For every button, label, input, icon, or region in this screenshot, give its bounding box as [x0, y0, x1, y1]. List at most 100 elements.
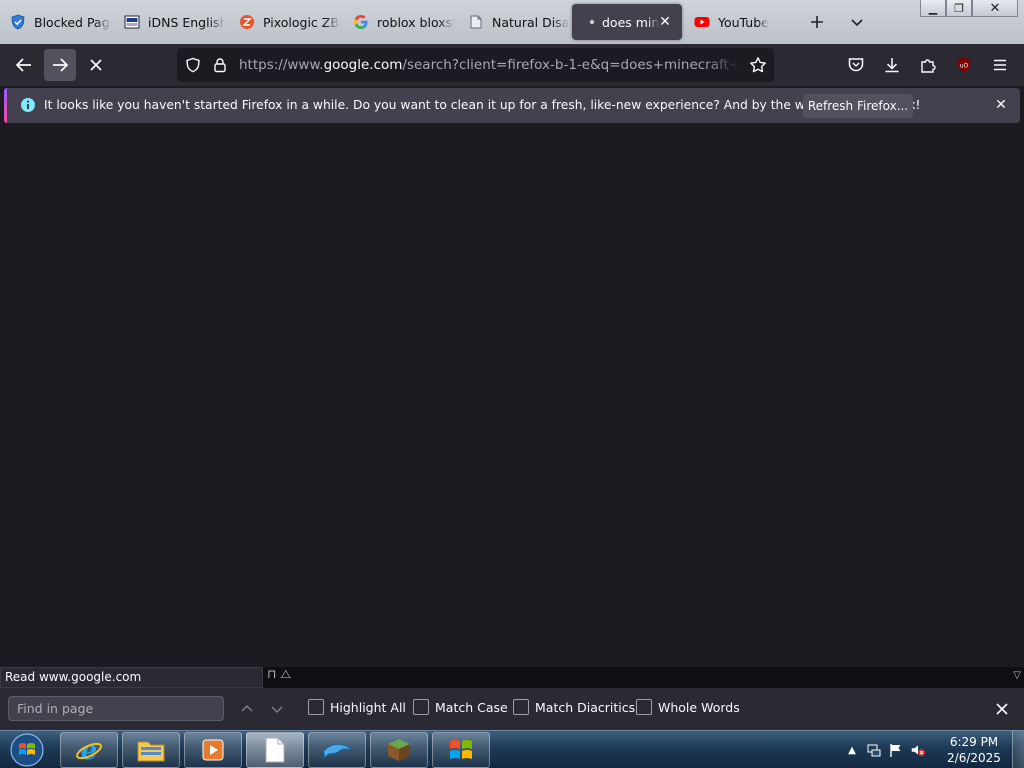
- tab-natural-disasters[interactable]: Natural Disasters: [458, 4, 570, 40]
- tracking-protection-icon[interactable]: [184, 56, 202, 74]
- action-center-flag-icon[interactable]: [888, 742, 904, 758]
- back-arrow-icon: [15, 58, 31, 72]
- url-path: /search?client=firefox-b-1-e&q=does+mine…: [402, 57, 739, 73]
- svg-text:e: e: [81, 736, 98, 764]
- find-in-page-input[interactable]: [8, 696, 224, 721]
- url-domain: google.com: [323, 57, 403, 73]
- taskbar-internet-explorer[interactable]: e: [60, 732, 118, 768]
- find-bar: Highlight All Match Case Match Diacritic…: [0, 688, 1024, 730]
- restore-icon: ❐: [954, 1, 964, 15]
- notification-bar: It looks like you haven't started Firefo…: [4, 88, 1020, 123]
- ublock-origin-icon[interactable]: uO: [952, 53, 976, 77]
- whole-words-checkbox[interactable]: Whole Words: [636, 699, 740, 715]
- loading-dot-icon: [588, 14, 596, 30]
- option-label: Match Diacritics: [535, 699, 636, 715]
- taskbar-windows-app[interactable]: [432, 732, 490, 768]
- extensions-icon[interactable]: [916, 53, 940, 77]
- url-prefix: https://www.: [239, 57, 324, 73]
- taskbar-media-player[interactable]: [184, 732, 242, 768]
- option-label: Whole Words: [658, 699, 740, 715]
- chevron-down-icon: [271, 706, 283, 714]
- tab-idns-english[interactable]: iDNS English: [114, 4, 226, 40]
- highlight-all-checkbox[interactable]: Highlight All: [308, 699, 406, 715]
- option-label: Match Case: [435, 699, 508, 715]
- clock-time: 6:29 PM: [949, 735, 999, 749]
- tab-label: iDNS English: [148, 14, 226, 30]
- lock-icon[interactable]: [211, 56, 229, 74]
- internet-explorer-icon: e: [76, 736, 102, 764]
- file-explorer-icon: [137, 741, 165, 762]
- match-diacritics-checkbox[interactable]: Match Diacritics: [513, 699, 635, 715]
- horizontal-scrollbar[interactable]: ⊓ ⧍ ▽: [263, 667, 1024, 688]
- tab-does-minecraft[interactable]: does minecraft ✕: [572, 4, 682, 40]
- forward-button[interactable]: [44, 49, 76, 81]
- minimize-button[interactable]: ▁: [920, 0, 946, 17]
- plus-icon: [811, 16, 823, 28]
- tab-label: Blocked Page: [34, 14, 112, 30]
- info-icon: [20, 97, 36, 113]
- close-tab-icon[interactable]: ✕: [656, 13, 674, 31]
- tab-youtube[interactable]: YouTube: [684, 4, 796, 40]
- minecraft-icon: [388, 739, 410, 761]
- notification-text: It looks like you haven't started Firefo…: [44, 98, 921, 112]
- taskbar-blank-app[interactable]: [246, 732, 304, 768]
- close-window-button[interactable]: ✕: [972, 0, 1018, 17]
- minimize-icon: ▁: [928, 1, 938, 15]
- option-label: Highlight All: [330, 699, 406, 715]
- tab-label: Natural Disasters: [492, 14, 570, 30]
- svg-text:uO: uO: [960, 63, 969, 70]
- tab-blocked-page[interactable]: Blocked Page: [0, 4, 112, 40]
- find-next-button[interactable]: [266, 698, 288, 720]
- match-case-checkbox[interactable]: Match Case: [413, 699, 508, 715]
- checkbox[interactable]: [413, 699, 429, 715]
- google-icon: [353, 14, 369, 30]
- page-content: [0, 127, 1024, 667]
- volume-muted-icon[interactable]: [910, 742, 926, 758]
- dolphin-icon: [322, 743, 352, 760]
- pocket-icon[interactable]: [844, 53, 868, 77]
- taskbar-dolphin[interactable]: [308, 732, 366, 768]
- restore-button[interactable]: ❐: [946, 0, 972, 17]
- taskbar-file-explorer[interactable]: [122, 732, 180, 768]
- new-tab-button[interactable]: [803, 8, 831, 36]
- show-desktop-button[interactable]: [1012, 731, 1024, 768]
- clock-date: 2/6/2025: [947, 751, 1001, 765]
- stop-icon: [90, 59, 102, 71]
- checkbox[interactable]: [308, 699, 324, 715]
- checkbox[interactable]: [636, 699, 652, 715]
- close-find-bar-icon[interactable]: [992, 699, 1012, 719]
- tab-label: does minecraft: [602, 14, 660, 30]
- tab-label: roblox bloxstrap: [377, 14, 455, 30]
- downloads-icon[interactable]: [880, 53, 904, 77]
- find-previous-button[interactable]: [236, 698, 258, 720]
- tab-strip: Blocked Page iDNS English Pixologic ZBru…: [0, 0, 1024, 44]
- bookmark-star-icon[interactable]: [749, 56, 767, 74]
- scroll-down-icon[interactable]: ▽: [1013, 670, 1021, 681]
- youtube-icon: [694, 14, 710, 30]
- app-menu-icon[interactable]: [988, 53, 1012, 77]
- tab-pixologic[interactable]: Pixologic ZBrush: [229, 4, 341, 40]
- back-button[interactable]: [8, 49, 40, 81]
- url-text[interactable]: https://www.google.com/search?client=fir…: [239, 57, 739, 73]
- checkbox[interactable]: [513, 699, 529, 715]
- tab-roblox-bloxstrap[interactable]: roblox bloxstrap: [343, 4, 455, 40]
- show-hidden-icons-icon[interactable]: ▲: [844, 742, 860, 758]
- page-icon: [468, 14, 484, 30]
- list-all-tabs-button[interactable]: [843, 8, 871, 36]
- chevron-down-icon: [851, 19, 863, 27]
- stop-button[interactable]: [80, 49, 112, 81]
- close-icon: ✕: [989, 0, 1001, 16]
- network-icon[interactable]: [866, 742, 882, 758]
- start-button[interactable]: [6, 732, 48, 768]
- pixologic-icon: [239, 14, 255, 30]
- close-notification-icon[interactable]: ✕: [992, 96, 1010, 114]
- chevron-up-icon: [241, 704, 253, 712]
- refresh-firefox-button[interactable]: Refresh Firefox...: [803, 94, 913, 118]
- window-controls: ▁ ❐ ✕: [920, 0, 1018, 18]
- clock[interactable]: 6:29 PM 2/6/2025: [938, 734, 1010, 766]
- tab-label: YouTube: [718, 14, 769, 30]
- taskbar-minecraft[interactable]: [370, 732, 428, 768]
- media-player-icon: [202, 739, 224, 761]
- forward-arrow-icon: [53, 58, 69, 72]
- url-bar[interactable]: https://www.google.com/search?client=fir…: [177, 48, 774, 82]
